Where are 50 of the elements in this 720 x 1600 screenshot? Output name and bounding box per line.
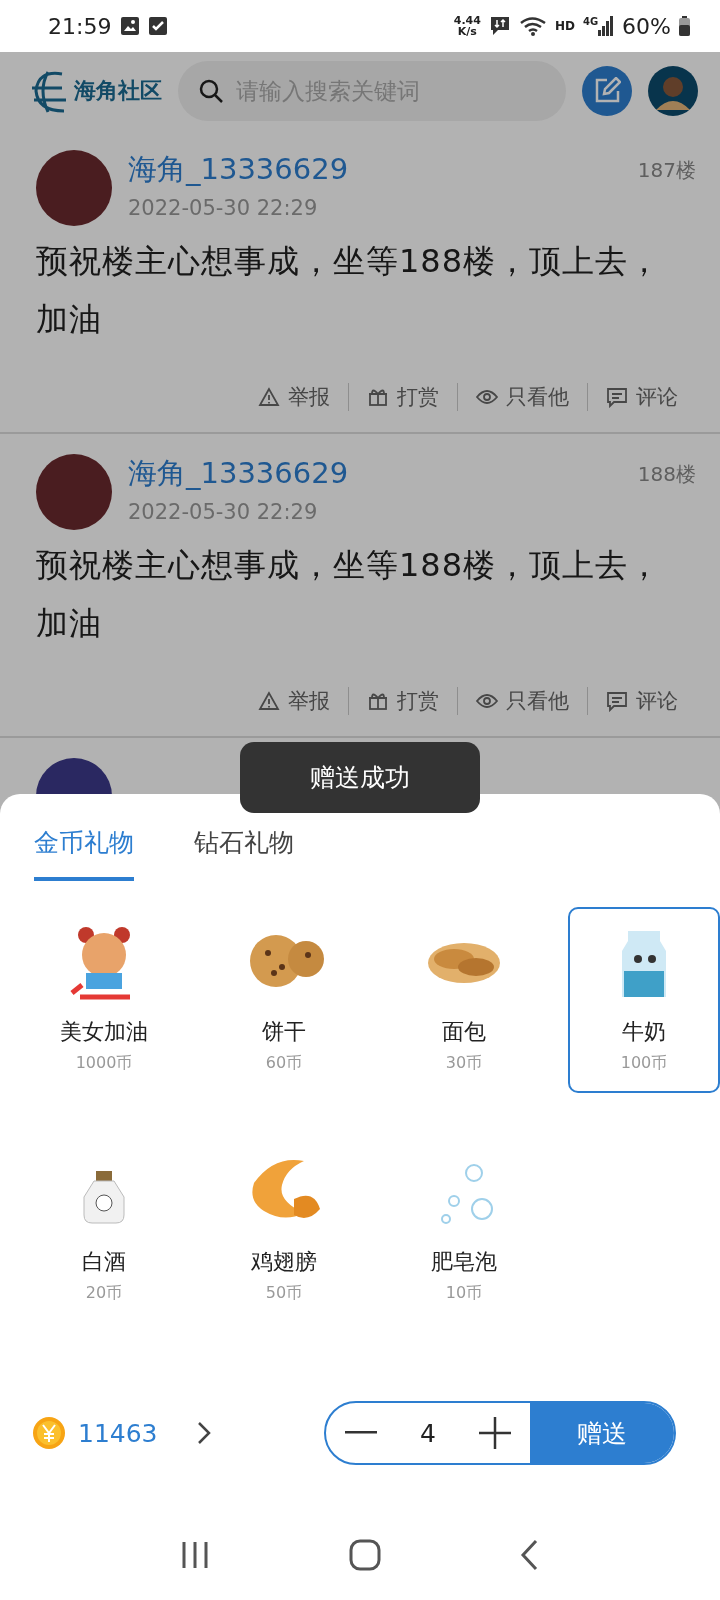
- signal-icon: [598, 16, 615, 36]
- logo-text: 海角社区: [74, 76, 162, 105]
- action-button[interactable]: 评论: [587, 383, 696, 411]
- coin-balance: 11463: [78, 1418, 158, 1448]
- send-button[interactable]: 赠送: [530, 1403, 674, 1463]
- floor-number: 188楼: [637, 460, 696, 488]
- username[interactable]: 海角_13336629: [128, 454, 349, 494]
- chevron-right-icon[interactable]: [195, 1420, 212, 1446]
- coin-icon: [32, 1416, 66, 1450]
- action-button[interactable]: 打赏: [348, 687, 457, 715]
- quantity-value[interactable]: 4: [396, 1418, 460, 1448]
- minus-icon: [345, 1431, 377, 1435]
- hd-label: HD: [554, 19, 575, 33]
- data-transfer-icon: [488, 15, 511, 37]
- action-button[interactable]: 举报: [240, 687, 348, 715]
- username[interactable]: 海角_13336629: [128, 150, 349, 190]
- comment-icon: [606, 386, 628, 408]
- edit-icon: [593, 77, 621, 105]
- post-text: 预祝楼主心想事成，坐等188楼，顶上去，加油: [36, 545, 663, 644]
- action-button[interactable]: 只看他: [457, 687, 587, 715]
- action-button[interactable]: 只看他: [457, 383, 587, 411]
- comment-icon: [606, 690, 628, 712]
- warning-icon: [258, 690, 280, 712]
- network-label: 4G: [582, 16, 599, 27]
- battery-percent: 60%: [622, 13, 671, 39]
- post-time: 2022-05-30 22:29: [128, 196, 319, 220]
- action-button[interactable]: 打赏: [348, 383, 457, 411]
- home-icon[interactable]: [349, 1539, 381, 1571]
- search-icon: [198, 78, 224, 104]
- avatar-icon[interactable]: [648, 66, 698, 116]
- compose-button[interactable]: [582, 66, 632, 116]
- post-text: 预祝楼主心想事成，坐等188楼，顶上去，加油: [36, 241, 663, 340]
- clock: 21:59: [48, 13, 112, 39]
- gift-tab[interactable]: 金币礼物: [34, 816, 134, 881]
- post-time: 2022-05-30 22:29: [128, 500, 319, 524]
- plus-icon: [479, 1417, 511, 1449]
- floor-number: 187楼: [637, 156, 696, 184]
- checkbox-icon: [149, 17, 168, 35]
- gift-tab[interactable]: 钻石礼物: [194, 816, 294, 881]
- action-button[interactable]: 评论: [587, 687, 696, 715]
- action-button[interactable]: 举报: [240, 383, 348, 411]
- warning-icon: [258, 386, 280, 408]
- image-icon: [121, 17, 140, 35]
- net-speed: 4.44: [453, 15, 481, 26]
- battery-icon: [679, 16, 690, 36]
- quantity-stepper[interactable]: 4 赠送: [324, 1401, 676, 1465]
- toast-message: 赠送成功: [310, 762, 410, 794]
- net-unit: K/s: [457, 26, 477, 37]
- gift-item[interactable]: 牛奶 100币: [568, 907, 720, 1093]
- wifi-icon: [518, 15, 547, 37]
